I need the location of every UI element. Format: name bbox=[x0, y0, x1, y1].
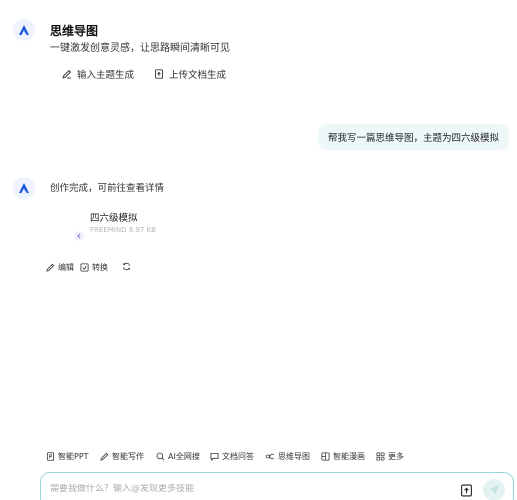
convert-label: 转换 bbox=[92, 263, 108, 272]
upload-doc-icon bbox=[155, 69, 163, 79]
user-message-bubble: 帮我写一篇思维导图，主题为四六级模拟 bbox=[317, 124, 509, 150]
grid-icon bbox=[376, 452, 385, 461]
upload-file-icon bbox=[461, 484, 472, 497]
generate-from-topic-label: 输入主题生成 bbox=[77, 70, 135, 81]
tool-docqa-button[interactable]: 文档问答 bbox=[210, 451, 254, 462]
regenerate-button[interactable] bbox=[122, 262, 131, 271]
assistant-avatar-reply bbox=[13, 177, 35, 199]
tool-ppt-button[interactable]: 智能PPT bbox=[46, 451, 89, 462]
pen-icon bbox=[62, 69, 72, 79]
generate-from-topic-button[interactable]: 输入主题生成 bbox=[62, 67, 134, 81]
file-name: 四六级模拟 bbox=[90, 213, 138, 224]
edit-icon bbox=[46, 263, 55, 272]
tool-ppt-label: 智能PPT bbox=[58, 452, 89, 461]
upload-button[interactable] bbox=[460, 482, 473, 500]
comic-icon bbox=[321, 452, 330, 461]
search-icon bbox=[156, 452, 165, 461]
send-icon bbox=[489, 485, 499, 495]
edit-label: 编辑 bbox=[58, 263, 74, 272]
write-icon bbox=[100, 452, 109, 461]
assistant-avatar bbox=[13, 19, 35, 41]
tool-write-label: 智能写作 bbox=[112, 452, 144, 461]
file-meta: FREEMIND 8.97 KB bbox=[90, 226, 156, 234]
logo-icon bbox=[19, 25, 29, 36]
tool-comic-button[interactable]: 智能漫画 bbox=[321, 451, 365, 462]
refresh-icon bbox=[122, 262, 131, 271]
chat-doc-icon bbox=[210, 452, 219, 461]
convert-button[interactable]: 转换 bbox=[80, 262, 108, 273]
chat-input-box bbox=[40, 472, 514, 500]
chevron-left-icon bbox=[77, 233, 81, 239]
intro-subtitle: 一键激发创意灵感，让思路瞬间清晰可见 bbox=[50, 43, 230, 54]
edit-button[interactable]: 编辑 bbox=[46, 262, 74, 273]
tool-search-label: AI全网搜 bbox=[168, 452, 200, 461]
tool-mindmap-label: 思维导图 bbox=[278, 452, 310, 461]
tool-more-label: 更多 bbox=[388, 452, 404, 461]
collapse-button[interactable] bbox=[74, 231, 84, 241]
user-message-text: 帮我写一篇思维导图，主题为四六级模拟 bbox=[327, 133, 499, 144]
convert-icon bbox=[80, 263, 89, 272]
generate-from-doc-button[interactable]: 上传文档生成 bbox=[154, 67, 226, 81]
send-button[interactable] bbox=[483, 479, 505, 500]
tool-search-button[interactable]: AI全网搜 bbox=[156, 451, 200, 462]
ppt-icon bbox=[46, 452, 55, 461]
file-card[interactable]: 四六级模拟 FREEMIND 8.97 KB bbox=[74, 204, 214, 244]
mindmap-icon bbox=[266, 453, 275, 460]
tool-write-button[interactable]: 智能写作 bbox=[100, 451, 144, 462]
tool-comic-label: 智能漫画 bbox=[333, 452, 365, 461]
tool-more-button[interactable]: 更多 bbox=[376, 451, 404, 462]
tool-docqa-label: 文档问答 bbox=[222, 452, 254, 461]
reply-text: 创作完成，可前往查看详情 bbox=[50, 183, 165, 194]
logo-icon bbox=[19, 183, 29, 194]
intro-title: 思维导图 bbox=[50, 24, 99, 38]
generate-from-doc-label: 上传文档生成 bbox=[169, 70, 227, 81]
tool-mindmap-button[interactable]: 思维导图 bbox=[266, 451, 310, 462]
chat-input[interactable] bbox=[50, 484, 430, 494]
